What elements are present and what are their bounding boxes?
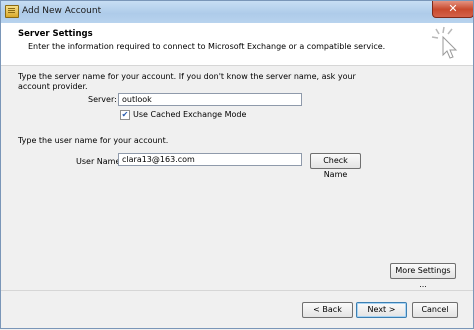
- check-name-button[interactable]: Check Name: [310, 153, 361, 179]
- next-button[interactable]: Next >: [356, 302, 407, 318]
- window-title: Add New Account: [22, 6, 102, 16]
- username-label: User Name:: [76, 157, 124, 166]
- cached-mode-label[interactable]: Use Cached Exchange Mode: [133, 110, 246, 119]
- footer-bar: < Back Next > Cancel: [0, 290, 474, 330]
- server-label: Server:: [88, 95, 117, 104]
- add-account-icon: [5, 5, 19, 18]
- back-button[interactable]: < Back: [302, 302, 353, 318]
- username-input[interactable]: clara13@163.com: [118, 153, 302, 166]
- cancel-button[interactable]: Cancel: [412, 302, 458, 318]
- server-input[interactable]: outlook: [118, 93, 302, 106]
- more-settings-button[interactable]: More Settings ...: [390, 263, 456, 289]
- header-panel: Server Settings Enter the information re…: [0, 23, 474, 66]
- close-button[interactable]: ✕: [432, 0, 474, 18]
- server-instruction-line2: account provider.: [18, 82, 88, 91]
- content-area: Type the server name for your account. I…: [0, 66, 474, 290]
- header-title: Server Settings: [18, 29, 93, 39]
- header-description: Enter the information required to connec…: [28, 42, 386, 51]
- server-instruction-line1: Type the server name for your account. I…: [18, 72, 356, 81]
- title-bar: Add New Account ✕: [0, 0, 474, 24]
- cursor-click-icon: [431, 26, 458, 59]
- cached-mode-checkbox[interactable]: ✔: [120, 110, 130, 120]
- username-instruction: Type the user name for your account.: [18, 136, 169, 145]
